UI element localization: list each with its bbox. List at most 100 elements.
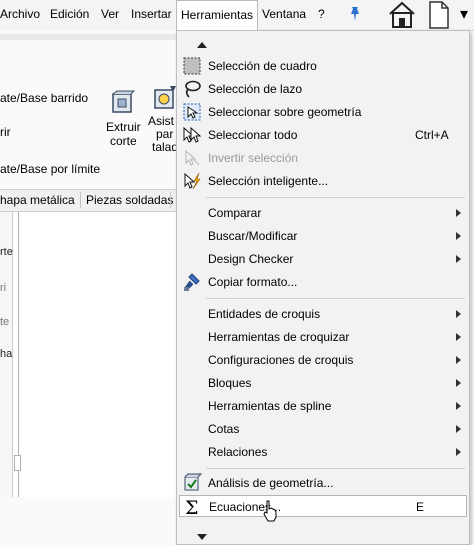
menu-item-box-select[interactable]: Selección de cuadro — [179, 55, 467, 77]
menu-item-label: Seleccionar sobre geometría — [208, 105, 362, 119]
menu-item-sketch-settings[interactable]: Configuraciones de croquis — [179, 349, 467, 371]
menu-separator — [206, 298, 465, 299]
hole-wizard-icon — [154, 86, 176, 109]
ribbon-swept-boss-label[interactable]: ate/Base barrido — [0, 91, 88, 105]
ribbon-label-2[interactable]: rir — [0, 125, 11, 139]
submenu-arrow-icon — [456, 255, 461, 263]
menu-item-label: Seleccionar todo — [208, 128, 298, 142]
extruded-cut-label-1: Extruir — [106, 120, 141, 134]
scroll-down-arrow-icon[interactable] — [197, 534, 207, 540]
menu-herramientas[interactable]: Herramientas — [176, 0, 259, 30]
graphics-area[interactable] — [14, 212, 178, 497]
invert-selection-icon — [185, 149, 200, 166]
menu-item-label: Copiar formato... — [208, 275, 298, 289]
menu-item-select-over-geometry[interactable]: Seleccionar sobre geometría — [179, 101, 467, 123]
menu-item-find-modify[interactable]: Buscar/Modificar — [179, 225, 467, 247]
menu-item-spline-tools[interactable]: Herramientas de spline — [179, 395, 467, 417]
menu-item-sketch-tools[interactable]: Herramientas de croquizar — [179, 326, 467, 348]
menu-separator — [206, 197, 465, 198]
smart-select-icon — [184, 172, 201, 190]
shortcut-text: Ctrl+A — [415, 128, 449, 142]
hole-wizard-label-3: talad — [152, 140, 178, 154]
dropdown-caret-icon[interactable]: ▾ — [460, 0, 468, 29]
menu-bar: Archivo Edición Ver Insertar Herramienta… — [0, 0, 474, 31]
tab-divider — [80, 192, 81, 208]
submenu-arrow-icon — [456, 425, 461, 433]
hole-wizard-label-2: par — [156, 127, 174, 141]
menu-item-label: Buscar/Modificar — [208, 229, 298, 243]
menu-item-smart-select[interactable]: Selección inteligente... — [179, 170, 467, 192]
menu-item-dimensions[interactable]: Cotas — [179, 418, 467, 440]
scroll-up-arrow-icon[interactable] — [197, 42, 207, 48]
lasso-icon — [185, 80, 201, 98]
menu-item-label: Comparar — [208, 206, 262, 220]
splitter-handle[interactable] — [14, 455, 21, 471]
submenu-arrow-icon — [456, 209, 461, 217]
submenu-arrow-icon — [456, 310, 461, 318]
hole-wizard-button[interactable]: Asist par talad — [146, 84, 178, 154]
sigma-icon: Σ — [185, 497, 198, 517]
menu-item-label: Herramientas de spline — [208, 399, 332, 413]
menu-item-label: Selección de lazo — [208, 82, 303, 96]
menu-item-label: Design Checker — [208, 252, 294, 266]
menu-item-design-checker[interactable]: Design Checker — [179, 248, 467, 270]
extruded-cut-label-2: corte — [110, 134, 137, 148]
menu-item-geometry-analysis[interactable]: Análisis de geometría... — [179, 472, 467, 494]
menu-ventana[interactable]: Ventana — [262, 0, 306, 29]
submenu-arrow-icon — [456, 379, 461, 387]
menu-item-invert-selection: Invertir selección — [179, 147, 467, 169]
panel-text-3: te — [0, 316, 10, 328]
submenu-arrow-icon — [456, 333, 461, 341]
select-all-icon — [183, 126, 202, 143]
submenu-arrow-icon — [456, 402, 461, 410]
menu-item-relations[interactable]: Relaciones — [179, 441, 467, 463]
submenu-arrow-icon — [456, 232, 461, 240]
shortcut-text: E — [416, 500, 425, 514]
menu-item-label: Cotas — [208, 422, 240, 436]
pin-icon[interactable] — [348, 6, 362, 22]
new-document-button[interactable] — [420, 0, 456, 30]
menu-item-label: Herramientas de croquizar — [208, 330, 350, 344]
tab-sheet-metal[interactable]: hapa metálica — [0, 193, 75, 207]
panel-text-4: ha — [0, 348, 13, 360]
menu-ver[interactable]: Ver — [101, 0, 119, 29]
menu-item-label: Invertir selección — [208, 151, 299, 165]
menu-item-label: Selección de cuadro — [208, 59, 317, 73]
box-select-icon — [183, 57, 201, 75]
submenu-arrow-icon — [456, 356, 461, 364]
menu-item-label: Análisis de geometría... — [208, 476, 334, 490]
command-tabs-row: hapa metálica Piezas soldadas — [0, 189, 178, 212]
tab-divider-2 — [170, 192, 171, 208]
select-over-geometry-icon — [183, 103, 201, 121]
ribbon-lofted-boss-label[interactable]: ate/Base por límite — [0, 162, 100, 176]
menu-item-compare[interactable]: Comparar — [179, 202, 467, 224]
menu-separator — [206, 468, 465, 469]
menu-insertar[interactable]: Insertar — [131, 0, 172, 29]
menu-archivo[interactable]: Archivo — [0, 0, 40, 29]
menu-item-lasso-select[interactable]: Selección de lazo — [179, 78, 467, 100]
tab-weldments[interactable]: Piezas soldadas — [86, 193, 173, 207]
menu-item-label: Configuraciones de croquis — [208, 353, 354, 367]
menu-item-select-all[interactable]: Seleccionar todo Ctrl+A — [179, 124, 467, 146]
command-manager-divider — [0, 34, 178, 40]
menu-help[interactable]: ? — [318, 0, 325, 29]
panel-text-2: ri — [0, 282, 7, 294]
new-document-icon — [429, 1, 449, 29]
menu-item-label: Relaciones — [208, 445, 268, 459]
panel-text-1: rte — [0, 246, 13, 258]
menu-item-label: Bloques — [208, 376, 252, 390]
menu-edicion[interactable]: Edición — [50, 0, 89, 29]
hand-cursor-icon — [263, 500, 277, 522]
extruded-cut-button[interactable]: Extruir corte — [104, 86, 144, 148]
menu-item-equations[interactable]: Σ Ecuaciones... E — [179, 495, 467, 517]
submenu-arrow-icon — [456, 448, 461, 456]
format-painter-icon — [184, 273, 200, 291]
geometry-analysis-icon — [184, 473, 202, 491]
feature-manager-panel: rte ri te ha — [0, 212, 13, 497]
hole-wizard-label-1: Asist — [148, 114, 175, 128]
home-button[interactable] — [384, 0, 420, 30]
menu-item-sketch-entities[interactable]: Entidades de croquis — [179, 303, 467, 325]
menu-item-blocks[interactable]: Bloques — [179, 372, 467, 394]
menu-item-copy-format[interactable]: Copiar formato... — [179, 271, 467, 293]
home-icon — [389, 1, 415, 28]
